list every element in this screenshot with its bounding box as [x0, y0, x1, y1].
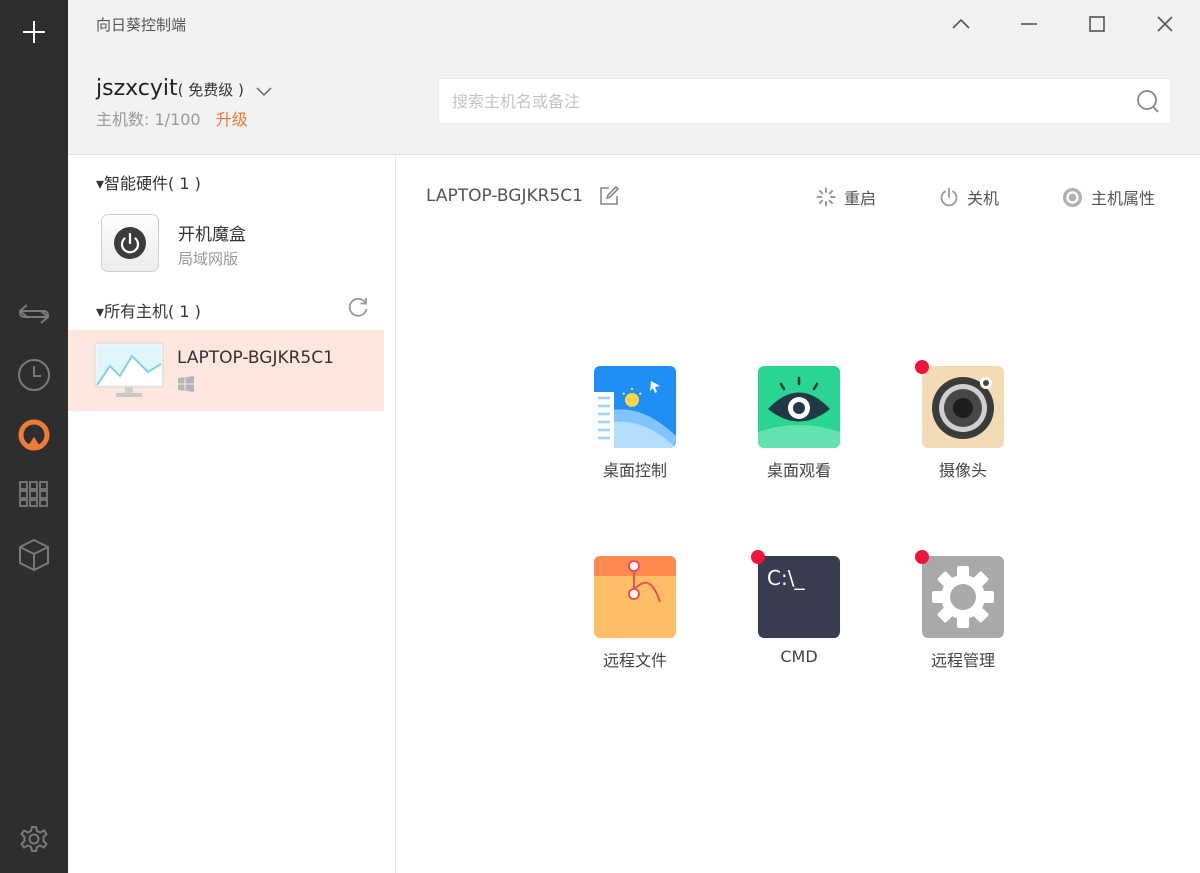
file-folder-icon: [594, 556, 676, 638]
remote-manage-label: 远程管理: [930, 651, 995, 670]
account-name: jszxcyit: [96, 76, 178, 101]
apps-grid-icon[interactable]: [0, 472, 68, 516]
cmd-tile[interactable]: C:\_ CMD: [749, 550, 849, 671]
restart-button[interactable]: 重启: [816, 184, 876, 210]
windows-icon: [178, 376, 194, 396]
transfer-icon[interactable]: [0, 292, 68, 336]
shutdown-label: 关机: [967, 189, 1000, 208]
host-count: 主机数: 1/100 升级: [96, 106, 248, 130]
host-count-label: 主机数:: [96, 110, 150, 129]
terminal-icon: C:\_: [758, 556, 840, 638]
restart-spinner-icon: [816, 187, 836, 207]
desktop-view-label: 桌面观看: [766, 461, 831, 480]
host-row[interactable]: LAPTOP-BGJKR5C1: [68, 330, 384, 411]
host-detail-pane: LAPTOP-BGJKR5C1 重启 关机 主机属性 桌面控制 桌面观看 摄像头…: [397, 156, 1200, 873]
manage-gear-icon: [922, 556, 1004, 638]
camera-badge-dot: [915, 360, 929, 374]
remote-manage-badge-dot: [915, 550, 929, 564]
shutdown-button[interactable]: 关机: [939, 184, 999, 210]
add-icon[interactable]: [0, 10, 68, 54]
remote-manage-tile[interactable]: 远程管理: [913, 550, 1013, 671]
search-icon[interactable]: [1136, 89, 1160, 119]
collapse-chevron-icon[interactable]: [944, 10, 978, 38]
cmd-label: CMD: [780, 647, 818, 666]
remote-files-label: 远程文件: [602, 651, 667, 670]
desktop-control-tile[interactable]: 桌面控制: [585, 366, 685, 481]
hardware-box-icon[interactable]: [0, 533, 68, 577]
remote-files-tile[interactable]: 远程文件: [585, 556, 685, 671]
camera-icon: [922, 366, 1004, 448]
monitor-icon: [94, 342, 164, 404]
eye-icon: [758, 366, 840, 448]
app-title: 向日葵控制端: [96, 16, 187, 34]
host-properties-label: 主机属性: [1091, 189, 1156, 208]
restart-label: 重启: [844, 189, 877, 208]
settings-gear-icon[interactable]: [0, 817, 68, 861]
all-hosts-group-header[interactable]: ▾所有主机( 1 ): [96, 298, 201, 322]
sunlogin-remote-icon[interactable]: [0, 413, 68, 457]
camera-tile[interactable]: 摄像头: [913, 360, 1013, 481]
header: 向日葵控制端 jszxcyit( 免费级 ) 主机数: 1/100 升级: [68, 0, 1200, 155]
search-input[interactable]: [439, 79, 1129, 123]
host-list-pane: ▾智能硬件( 1 ) 开机魔盒 局域网版 ▾所有主机( 1 ) LAPTOP-B…: [68, 156, 396, 873]
cmd-badge-dot: [751, 550, 765, 564]
account-tier: ( 免费级 ): [177, 81, 244, 99]
host-name: LAPTOP-BGJKR5C1: [177, 348, 334, 368]
refresh-icon[interactable]: [347, 296, 369, 322]
edit-icon[interactable]: [599, 185, 620, 210]
host-count-value: 1/100: [154, 110, 201, 129]
search-box: [438, 78, 1171, 124]
power-icon: [940, 187, 958, 207]
upgrade-link[interactable]: 升级: [216, 110, 248, 129]
power-box-icon[interactable]: [101, 214, 159, 272]
selected-host-name: LAPTOP-BGJKR5C1: [426, 186, 583, 206]
close-icon[interactable]: [1148, 10, 1182, 38]
hardware-name[interactable]: 开机魔盒: [178, 220, 246, 245]
host-properties-button[interactable]: 主机属性: [1062, 184, 1155, 210]
properties-gear-icon: [1062, 187, 1083, 207]
maximize-icon[interactable]: [1080, 10, 1114, 38]
terminal-prompt-text: C:\_: [767, 566, 805, 590]
desktop-view-tile[interactable]: 桌面观看: [749, 366, 849, 481]
desktop-control-label: 桌面控制: [602, 461, 667, 480]
minimize-icon[interactable]: [1012, 10, 1046, 38]
account-chevron-down-icon[interactable]: [256, 82, 272, 101]
history-clock-icon[interactable]: [0, 353, 68, 397]
account-name-line[interactable]: jszxcyit( 免费级 ): [96, 76, 244, 101]
hardware-subtitle: 局域网版: [178, 250, 239, 268]
camera-label: 摄像头: [938, 461, 987, 480]
left-rail: [0, 0, 68, 873]
desktop-control-icon: [594, 366, 676, 448]
smart-hardware-group-header[interactable]: ▾智能硬件( 1 ): [96, 170, 201, 194]
